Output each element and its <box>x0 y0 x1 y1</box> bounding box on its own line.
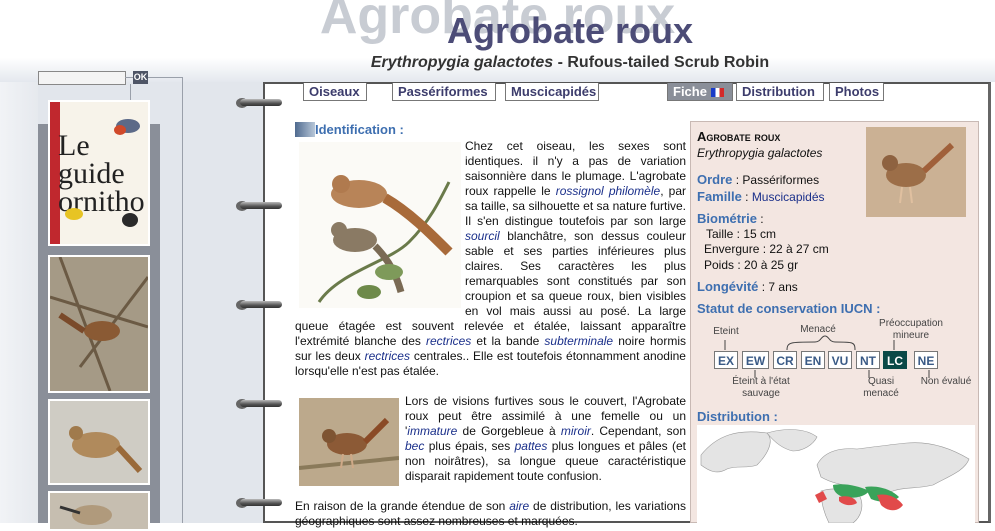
photo-thumbnail[interactable] <box>48 255 150 393</box>
text-run: plus épais, ses <box>424 439 515 453</box>
text-run: . Cependant, son <box>590 424 686 438</box>
text-run: et la bande <box>471 334 545 348</box>
link-pattes[interactable]: pattes <box>515 439 548 453</box>
section-heading: Identification : <box>295 122 415 137</box>
tab-fiche-label: Fiche <box>673 84 707 99</box>
infobox-longevite: Longévité : 7 ans <box>697 279 798 294</box>
french-flag-icon <box>710 88 724 97</box>
iucn-label-quasi: Quasi menacé <box>863 376 899 399</box>
bird-illustration <box>65 119 140 227</box>
paragraph-image-float <box>295 139 465 307</box>
heading-bar <box>295 122 315 137</box>
biometrie-poids: Poids : 20 à 25 gr <box>704 258 799 272</box>
text-run: de Gorgebleue à <box>457 424 561 438</box>
iucn-label-eteint-sauvage: Éteint à l'état sauvage <box>732 376 790 399</box>
iucn-vu[interactable]: VU <box>828 351 852 369</box>
section-heading-label: Identification : <box>315 122 404 137</box>
binder-ring <box>236 496 284 510</box>
divider <box>148 77 183 88</box>
infobox-species-name: Agrobate roux <box>697 129 781 144</box>
biometrie-envergure: Envergure : 22 à 27 cm <box>704 242 829 256</box>
sidebar-strip <box>0 82 38 523</box>
tab-distribution[interactable]: Distribution <box>736 83 824 101</box>
tab-photos[interactable]: Photos <box>829 83 884 101</box>
binder-ring <box>236 96 284 110</box>
divider <box>125 77 133 78</box>
link-aire[interactable]: aire <box>509 499 529 513</box>
iucn-nt[interactable]: NT <box>856 351 880 369</box>
iucn-ex[interactable]: EX <box>714 351 738 369</box>
scientific-name: Erythropygia galactotes <box>370 54 554 71</box>
iucn-cr[interactable]: CR <box>773 351 797 369</box>
photo-thumbnail[interactable] <box>48 399 150 485</box>
page-subtitle: Erythropygia galactotes - Rufous-tailed … <box>0 54 995 72</box>
infobox-ordre: Ordre : Passériformes <box>697 172 820 187</box>
biometrie-label: Biométrie <box>697 211 757 226</box>
bird-photo <box>50 257 148 391</box>
paragraph-identification-3: En raison de la grande étendue de son ai… <box>295 499 686 529</box>
distribution-map[interactable] <box>697 425 975 524</box>
ordre-value: Passériformes <box>742 173 820 187</box>
paragraph-identification-1: Chez cet oiseau, les sexes sont identiqu… <box>295 139 686 379</box>
infobox-biometrie: Biométrie : <box>697 211 764 226</box>
bird-photo <box>50 401 148 483</box>
infobox-famille: Famille : Muscicapidés <box>697 189 825 204</box>
link-rectrices[interactable]: rectrices <box>365 349 410 363</box>
iucn-ew[interactable]: EW <box>742 351 769 369</box>
famille-label: Famille <box>697 189 742 204</box>
subtitle-separator: - <box>553 54 568 71</box>
book-cover-thumbnail[interactable]: Le guide ornitho <box>48 100 150 246</box>
bird-photo <box>50 493 148 529</box>
iucn-lc-selected[interactable]: LC <box>883 351 907 369</box>
distribution-heading: Distribution : <box>697 409 778 424</box>
photo-thumbnail[interactable] <box>48 491 150 531</box>
binder-ring <box>236 199 284 213</box>
ordre-label: Ordre <box>697 172 733 187</box>
link-rossignol[interactable]: rossignol philomèle <box>556 184 661 198</box>
tab-fiche[interactable]: Fiche <box>667 83 733 101</box>
longevite-value: 7 ans <box>768 280 798 294</box>
tab-passeriformes[interactable]: Passériformes <box>392 83 496 101</box>
binder-ring <box>236 298 284 312</box>
longevite-label: Longévité <box>697 279 759 294</box>
iucn-ne[interactable]: NE <box>914 351 938 369</box>
famille-link[interactable]: Muscicapidés <box>752 190 825 204</box>
tab-muscicapides[interactable]: Muscicapidés <box>505 83 599 101</box>
iucn-en[interactable]: EN <box>801 351 825 369</box>
binder-ring <box>236 397 284 411</box>
link-sourcil[interactable]: sourcil <box>465 229 500 243</box>
infobox-photo <box>866 127 966 217</box>
infobox-scientific-name: Erythropygia galactotes <box>697 146 823 160</box>
link-miroir[interactable]: miroir <box>561 424 591 438</box>
search-ok-button[interactable]: OK <box>133 71 148 84</box>
bird-photo <box>298 398 400 486</box>
link-bec[interactable]: bec <box>405 439 424 453</box>
link-immature[interactable]: immature <box>407 424 457 438</box>
link-rectrices[interactable]: rectrices <box>426 334 471 348</box>
search-input[interactable] <box>38 71 126 85</box>
iucn-label-non-evalue: Non évalué <box>920 376 972 387</box>
link-subterminale[interactable]: subterminale <box>544 334 613 348</box>
paragraph-identification-2: Lors de visions furtives sous le couvert… <box>405 394 686 484</box>
tab-oiseaux[interactable]: Oiseaux <box>303 83 367 101</box>
biometrie-taille: Taille : 15 cm <box>706 227 777 241</box>
page-title: Agrobate roux <box>446 10 694 51</box>
text-run: En raison de la grande étendue de son <box>295 499 510 513</box>
iucn-heading: Statut de conservation IUCN : <box>697 301 881 316</box>
english-name: Rufous-tailed Scrub Robin <box>567 54 770 71</box>
divider <box>182 87 184 523</box>
